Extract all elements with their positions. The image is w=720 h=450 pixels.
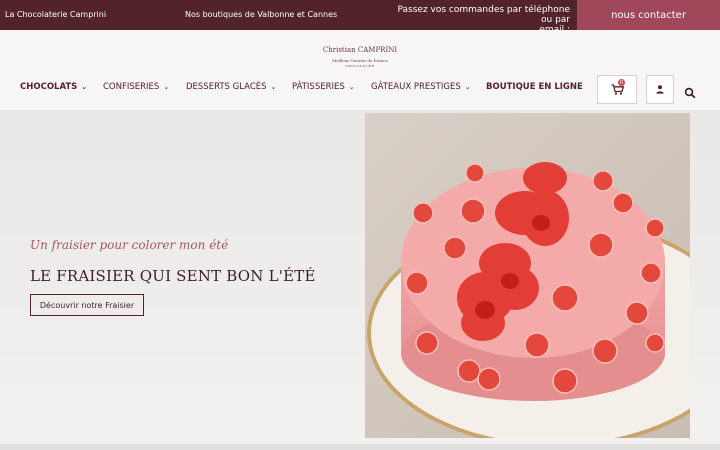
contact-button[interactable]: nous contacter xyxy=(577,0,720,30)
fraisier-cake-image xyxy=(365,113,690,438)
chevron-down-icon: ⌄ xyxy=(163,83,170,91)
discover-button[interactable]: Découvrir notre Fraisier xyxy=(30,294,144,316)
nav-item-chocolats[interactable]: CHOCOLATS ⌄ xyxy=(20,82,87,92)
hero-subtitle: Un fraisier pour colorer mon été xyxy=(30,238,229,252)
nav-item-boutique-en-ligne[interactable]: BOUTIQUE EN LIGNE xyxy=(486,82,583,92)
search-button[interactable] xyxy=(684,84,696,99)
nav-item-label: CONFISERIES xyxy=(103,82,160,92)
chevron-down-icon: ⌄ xyxy=(270,83,277,91)
nav-item-label: PÂTISSERIES xyxy=(292,82,345,92)
nav-item-label: GÂTEAUX PRESTIGES xyxy=(371,82,461,92)
site-logo[interactable]: Christian CAMPRINI Meilleur Ouvrier de F… xyxy=(318,46,402,68)
account-button[interactable] xyxy=(646,75,674,104)
top-bar: La Chocolaterie Camprini Nos boutiques d… xyxy=(0,0,720,35)
chevron-down-icon: ⌄ xyxy=(81,83,88,91)
nav-item-desserts-glaces[interactable]: DESSERTS GLACÉS ⌄ xyxy=(186,82,276,92)
nav-item-label: DESSERTS GLACÉS xyxy=(186,82,267,92)
logo-sub: CHOCOLATIER xyxy=(345,64,375,68)
hero-title: LE FRAISIER QUI SENT BON L'ÉTÉ xyxy=(30,267,316,285)
nav-item-confiseries[interactable]: CONFISERIES ⌄ xyxy=(103,82,169,92)
logo-name: Christian CAMPRINI xyxy=(322,46,398,54)
chevron-down-icon: ⌄ xyxy=(464,83,471,91)
logo-tagline: Meilleur Ouvrier de France xyxy=(332,58,388,63)
user-icon xyxy=(656,85,664,94)
shops-link[interactable]: Nos boutiques de Valbonne et Cannes xyxy=(185,10,337,19)
section-divider xyxy=(0,444,720,450)
order-info-line1: Passez vos commandes par téléphone ou pa… xyxy=(397,5,571,25)
nav-item-label: CHOCOLATS xyxy=(20,82,78,92)
search-icon xyxy=(684,87,696,99)
cart-count-badge: 0 xyxy=(618,79,625,86)
nav-item-gateaux-prestiges[interactable]: GÂTEAUX PRESTIGES ⌄ xyxy=(371,82,471,92)
nav-item-label: BOUTIQUE EN LIGNE xyxy=(486,82,583,92)
brand-text: La Chocolaterie Camprini xyxy=(5,10,107,19)
chevron-down-icon: ⌄ xyxy=(348,83,355,91)
nav-item-patisseries[interactable]: PÂTISSERIES ⌄ xyxy=(292,82,355,92)
cart-button[interactable]: 0 xyxy=(597,75,637,104)
